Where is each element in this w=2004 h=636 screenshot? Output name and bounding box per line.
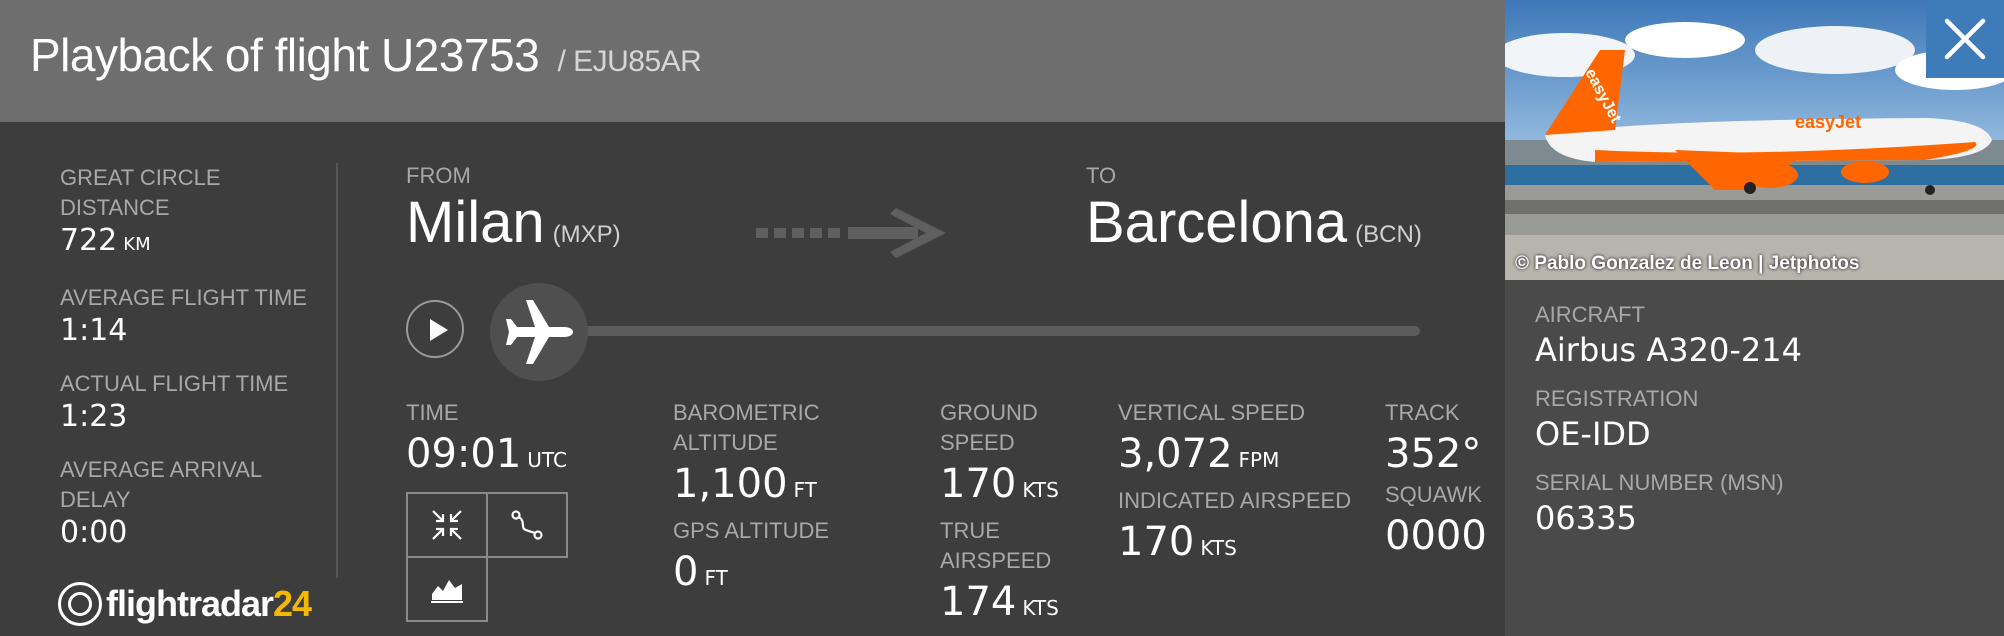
ground-speed-number: 170 bbox=[940, 461, 1017, 507]
header-bar: Playback of flight U23753 / EJU85AR bbox=[0, 0, 1505, 122]
destination-city-name: Barcelona bbox=[1086, 190, 1348, 255]
actual-flight-time-stat: ACTUAL FLIGHT TIME 1:23 bbox=[60, 369, 320, 435]
origin-city-name: Milan bbox=[406, 190, 545, 255]
column-divider bbox=[336, 163, 338, 578]
track-label: TRACK bbox=[1385, 400, 1460, 425]
callsign: / EJU85AR bbox=[557, 45, 702, 78]
ground-speed-value: 170 KTS bbox=[940, 458, 1070, 516]
destination-city: Barcelona (BCN) bbox=[1086, 189, 1422, 256]
altitude-graph-button[interactable] bbox=[406, 556, 488, 622]
avg-arrival-delay-value: 0:00 bbox=[60, 515, 128, 550]
time-label: TIME bbox=[406, 400, 459, 425]
route-button[interactable] bbox=[486, 492, 568, 558]
playback-track[interactable] bbox=[560, 326, 1420, 336]
track-metric: TRACK 352° SQUAWK 0000 bbox=[1385, 398, 1495, 562]
true-airspeed-value: 174 KTS bbox=[940, 576, 1070, 634]
vertical-speed-unit: FPM bbox=[1238, 448, 1280, 472]
origin-code: (MXP) bbox=[552, 221, 621, 248]
barometric-altitude-metric: BAROMETRIC ALTITUDE 1,100 FT GPS ALTITUDE… bbox=[673, 398, 873, 604]
avg-flight-time-label: AVERAGE FLIGHT TIME bbox=[60, 285, 307, 310]
origin: FROM Milan (MXP) bbox=[406, 163, 621, 256]
baro-altitude-unit: FT bbox=[793, 478, 817, 502]
great-circle-label: GREAT CIRCLE DISTANCE bbox=[60, 165, 221, 220]
ground-speed-unit: KTS bbox=[1022, 478, 1059, 502]
aircraft-stat: AIRCRAFT Airbus A320-214 bbox=[1535, 300, 1802, 370]
vertical-speed-number: 3,072 bbox=[1118, 431, 1233, 477]
playback-slider-handle[interactable] bbox=[490, 283, 588, 381]
to-label: TO bbox=[1086, 163, 1117, 188]
squawk-value: 0000 bbox=[1385, 513, 1487, 559]
from-label: FROM bbox=[406, 163, 471, 188]
flight-title: Playback of flight U23753 bbox=[30, 29, 540, 81]
great-circle-stat: GREAT CIRCLE DISTANCE 722 KM bbox=[60, 163, 320, 263]
aircraft-info: AIRCRAFT Airbus A320-214 REGISTRATION OE… bbox=[1535, 300, 1802, 552]
avg-flight-time-value: 1:14 bbox=[60, 313, 128, 348]
destination-code: (BCN) bbox=[1355, 221, 1422, 248]
vertical-speed-value: 3,072 FPM bbox=[1118, 428, 1368, 486]
true-airspeed-label: TRUE AIRSPEED bbox=[940, 518, 1052, 573]
route-icon bbox=[511, 510, 543, 540]
msn-value: 06335 bbox=[1535, 499, 1637, 537]
great-circle-unit: KM bbox=[123, 234, 151, 255]
airplane-icon bbox=[506, 300, 573, 364]
gps-altitude-unit: FT bbox=[704, 566, 728, 590]
baro-altitude-value: 1,100 FT bbox=[673, 458, 873, 516]
radar-icon bbox=[58, 582, 102, 626]
vertical-speed-metric: VERTICAL SPEED 3,072 FPM INDICATED AIRSPE… bbox=[1118, 398, 1368, 574]
altitude-graph-icon bbox=[431, 580, 463, 603]
great-circle-number: 722 bbox=[60, 223, 118, 258]
svg-text:easyJet: easyJet bbox=[1795, 112, 1861, 132]
time-unit: UTC bbox=[527, 448, 567, 472]
vertical-speed-label: VERTICAL SPEED bbox=[1118, 400, 1306, 425]
close-icon bbox=[1944, 18, 1986, 60]
flightradar24-logo[interactable]: flightradar24 bbox=[58, 578, 312, 630]
indicated-airspeed-value: 170 KTS bbox=[1118, 516, 1368, 574]
flight-stats: GREAT CIRCLE DISTANCE 722 KM AVERAGE FLIG… bbox=[60, 163, 320, 571]
photo-credit[interactable]: © Pablo Gonzalez de Leon | Jetphotos bbox=[1515, 253, 1859, 275]
logo-word: flightradar bbox=[106, 583, 274, 624]
destination: TO Barcelona (BCN) bbox=[1086, 163, 1422, 256]
gps-altitude-number: 0 bbox=[673, 549, 699, 595]
gps-altitude-label: GPS ALTITUDE bbox=[673, 518, 830, 543]
aircraft-value: Airbus A320-214 bbox=[1535, 331, 1802, 369]
registration-label: REGISTRATION bbox=[1535, 386, 1699, 411]
page-title: Playback of flight U23753 / EJU85AR bbox=[30, 28, 702, 82]
indicated-airspeed-label: INDICATED AIRSPEED bbox=[1118, 488, 1352, 513]
indicated-airspeed-number: 170 bbox=[1118, 519, 1195, 565]
track-value: 352° bbox=[1385, 431, 1482, 477]
avg-arrival-delay-stat: AVERAGE ARRIVAL DELAY 0:00 bbox=[60, 455, 320, 551]
true-airspeed-unit: KTS bbox=[1022, 596, 1059, 620]
speed-metric: GROUND SPEED 170 KTS TRUE AIRSPEED 174 KTS bbox=[940, 398, 1070, 634]
actual-flight-time-value: 1:23 bbox=[60, 399, 128, 434]
logo-text: flightradar24 bbox=[106, 583, 312, 625]
time-number: 09:01 bbox=[406, 431, 522, 477]
ground-speed-label: GROUND SPEED bbox=[940, 400, 1038, 455]
gps-altitude-value: 0 FT bbox=[673, 546, 873, 604]
time-value: 09:01 UTC bbox=[406, 428, 567, 486]
registration-stat: REGISTRATION OE-IDD bbox=[1535, 384, 1802, 454]
route-arrow-icon bbox=[756, 208, 946, 258]
avg-arrival-delay-label: AVERAGE ARRIVAL DELAY bbox=[60, 457, 262, 512]
origin-city: Milan (MXP) bbox=[406, 189, 621, 256]
registration-value: OE-IDD bbox=[1535, 415, 1651, 453]
great-circle-value: 722 KM bbox=[60, 223, 320, 263]
avg-flight-time-stat: AVERAGE FLIGHT TIME 1:14 bbox=[60, 283, 320, 349]
play-button[interactable] bbox=[406, 300, 464, 358]
baro-altitude-number: 1,100 bbox=[673, 461, 788, 507]
logo-number: 24 bbox=[273, 583, 312, 624]
msn-label: SERIAL NUMBER (MSN) bbox=[1535, 470, 1784, 495]
baro-altitude-label: BAROMETRIC ALTITUDE bbox=[673, 400, 820, 455]
time-metric: TIME 09:01 UTC bbox=[406, 398, 567, 486]
aircraft-label: AIRCRAFT bbox=[1535, 302, 1645, 327]
indicated-airspeed-unit: KTS bbox=[1200, 536, 1237, 560]
collapse-icon bbox=[432, 510, 462, 540]
squawk-label: SQUAWK bbox=[1385, 482, 1482, 507]
msn-stat: SERIAL NUMBER (MSN) 06335 bbox=[1535, 468, 1802, 538]
actual-flight-time-label: ACTUAL FLIGHT TIME bbox=[60, 371, 289, 396]
collapse-button[interactable] bbox=[406, 492, 488, 558]
true-airspeed-number: 174 bbox=[940, 579, 1017, 625]
close-button[interactable] bbox=[1926, 0, 2004, 78]
